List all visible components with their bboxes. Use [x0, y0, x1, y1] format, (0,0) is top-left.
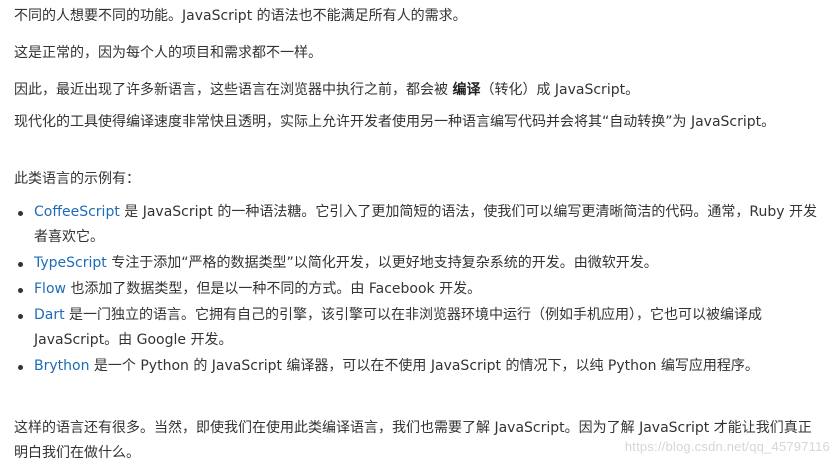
typescript-description: 专注于添加“严格的数据类型”以简化开发，以更好地支持复杂系统的开发。由微软开发。: [106, 255, 658, 271]
brython-description: 是一个 Python 的 JavaScript 编译器，可以在不使用 JavaS…: [89, 358, 759, 374]
paragraph-intro: 不同的人想要不同的功能。JavaScript 的语法也不能满足所有人的需求。: [14, 8, 467, 24]
bullet-icon: [18, 314, 23, 319]
link-typescript[interactable]: TypeScript: [34, 255, 107, 271]
bullet-icon: [18, 211, 23, 216]
link-dart[interactable]: Dart: [34, 307, 65, 323]
list-item-coffeescript: CoffeeScript 是 JavaScript 的一种语法糖。它引入了更加简…: [14, 200, 819, 250]
bullet-icon: [18, 365, 23, 370]
link-coffeescript[interactable]: CoffeeScript: [34, 204, 120, 220]
paragraph-examples-heading: 此类语言的示例有：: [14, 171, 140, 187]
paragraph-normal: 这是正常的，因为每个人的项目和需求都不一样。: [14, 45, 322, 61]
flow-description: 也添加了数据类型，但是以一种不同的方式。由 Facebook 开发。: [65, 281, 482, 297]
language-list: CoffeeScript 是 JavaScript 的一种语法糖。它引入了更加简…: [14, 200, 819, 380]
dart-description: 是一门独立的语言。它拥有自己的引擎，该引擎可以在非浏览器环境中运行（例如手机应用…: [34, 307, 763, 348]
link-brython[interactable]: Brython: [34, 358, 89, 374]
paragraph-compile-after: （转化）成 JavaScript。: [480, 82, 640, 98]
watermark: https://blog.csdn.net/qq_45797116: [624, 439, 830, 454]
bullet-icon: [18, 262, 23, 267]
bullet-icon: [18, 288, 23, 293]
compile-keyword: 编译: [452, 82, 481, 98]
list-item-flow: Flow 也添加了数据类型，但是以一种不同的方式。由 Facebook 开发。: [14, 277, 819, 302]
coffeescript-description: 是 JavaScript 的一种语法糖。它引入了更加简短的语法，使我们可以编写更…: [34, 204, 817, 245]
list-item-brython: Brython 是一个 Python 的 JavaScript 编译器，可以在不…: [14, 354, 819, 379]
paragraph-compile: 因此，最近出现了许多新语言，这些语言在浏览器中执行之前，都会被 编译（转化）成 …: [14, 78, 639, 103]
link-flow[interactable]: Flow: [34, 281, 66, 297]
paragraph-compile-before: 因此，最近出现了许多新语言，这些语言在浏览器中执行之前，都会被: [14, 82, 453, 98]
list-item-typescript: TypeScript 专注于添加“严格的数据类型”以简化开发，以更好地支持复杂系…: [14, 251, 819, 276]
list-item-dart: Dart 是一门独立的语言。它拥有自己的引擎，该引擎可以在非浏览器环境中运行（例…: [14, 303, 819, 353]
paragraph-tools: 现代化的工具使得编译速度非常快且透明，实际上允许开发者使用另一种语言编写代码并会…: [14, 114, 776, 130]
